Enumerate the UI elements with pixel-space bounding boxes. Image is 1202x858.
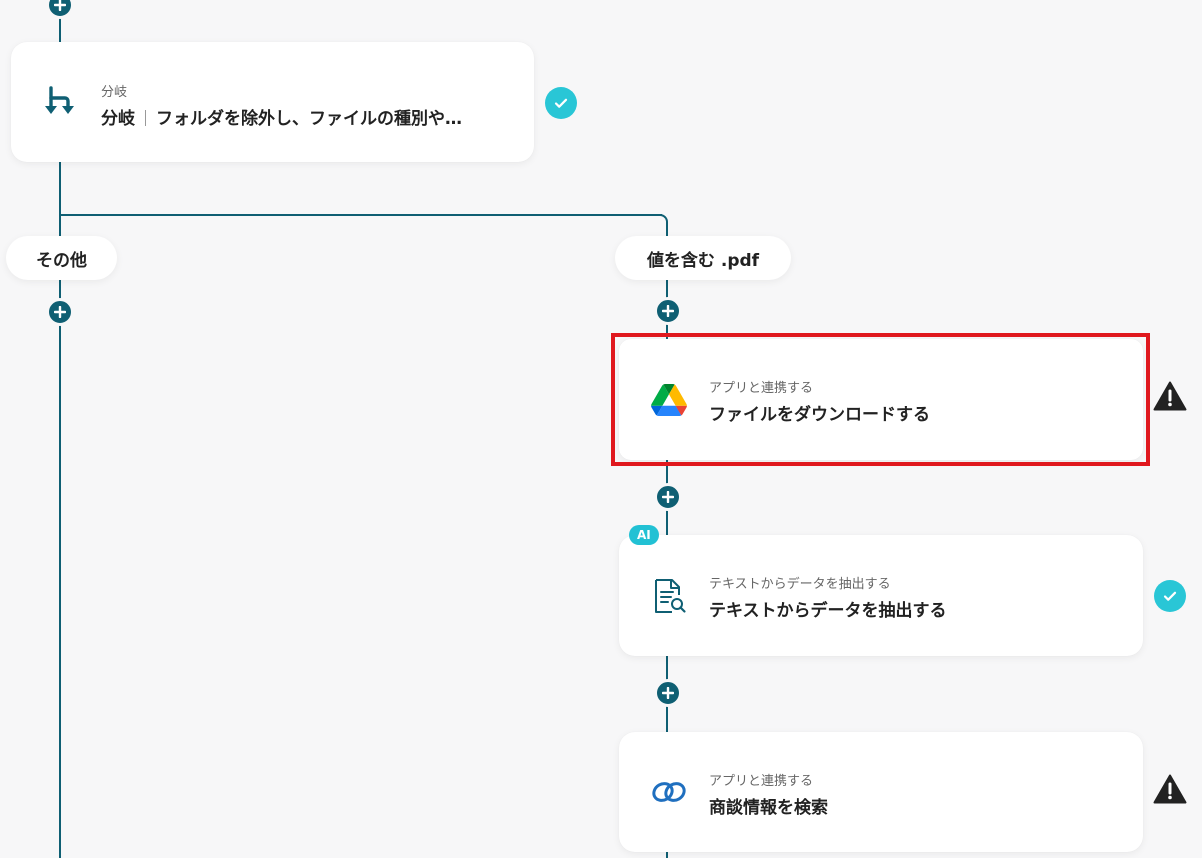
branch-icon bbox=[41, 82, 81, 122]
ai-badge: AI bbox=[629, 525, 659, 545]
warning-icon bbox=[1153, 774, 1187, 804]
card-title: ファイルをダウンロードする bbox=[709, 405, 930, 425]
add-step-button[interactable] bbox=[46, 0, 74, 19]
plus-icon bbox=[662, 491, 674, 503]
card-title-detail: フォルダを除外し、ファイルの種別や… bbox=[156, 109, 462, 129]
step-card-download-file[interactable]: アプリと連携する ファイルをダウンロードする bbox=[619, 339, 1143, 460]
title-separator bbox=[145, 110, 146, 126]
document-search-icon bbox=[649, 576, 689, 616]
card-subtitle: テキストからデータを抽出する bbox=[709, 577, 891, 592]
add-step-button[interactable] bbox=[654, 679, 682, 707]
complete-check-icon bbox=[545, 87, 577, 119]
card-title-main: 分岐 bbox=[101, 109, 135, 129]
add-step-button[interactable] bbox=[654, 297, 682, 325]
warning-icon bbox=[1153, 381, 1187, 411]
add-step-button[interactable] bbox=[46, 298, 74, 326]
zoho-crm-icon bbox=[649, 772, 689, 812]
card-title: テキストからデータを抽出する bbox=[709, 601, 947, 621]
branch-label-other: その他 bbox=[6, 236, 117, 280]
plus-icon bbox=[54, 306, 66, 318]
card-subtitle: アプリと連携する bbox=[709, 381, 814, 396]
plus-icon bbox=[662, 687, 674, 699]
card-subtitle: アプリと連携する bbox=[709, 774, 814, 789]
plus-icon bbox=[54, 0, 66, 11]
plus-icon bbox=[662, 305, 674, 317]
card-title: 商談情報を検索 bbox=[709, 798, 828, 818]
branch-card[interactable]: 分岐 分岐 フォルダを除外し、ファイルの種別や… bbox=[11, 42, 534, 162]
flow-line-branch-horizontal bbox=[60, 214, 662, 216]
google-drive-icon bbox=[649, 380, 689, 420]
card-subtitle: 分岐 bbox=[101, 85, 128, 100]
step-card-extract-data[interactable]: AI テキストからデータを抽出する テキストからデータを抽出する bbox=[619, 525, 1143, 656]
step-card-search-deals[interactable]: アプリと連携する 商談情報を検索 bbox=[619, 732, 1143, 852]
complete-check-icon bbox=[1154, 580, 1186, 612]
card-title: 分岐 フォルダを除外し、ファイルの種別や… bbox=[101, 104, 462, 129]
add-step-button[interactable] bbox=[654, 483, 682, 511]
branch-label-pdf: 値を含む .pdf bbox=[615, 236, 791, 280]
